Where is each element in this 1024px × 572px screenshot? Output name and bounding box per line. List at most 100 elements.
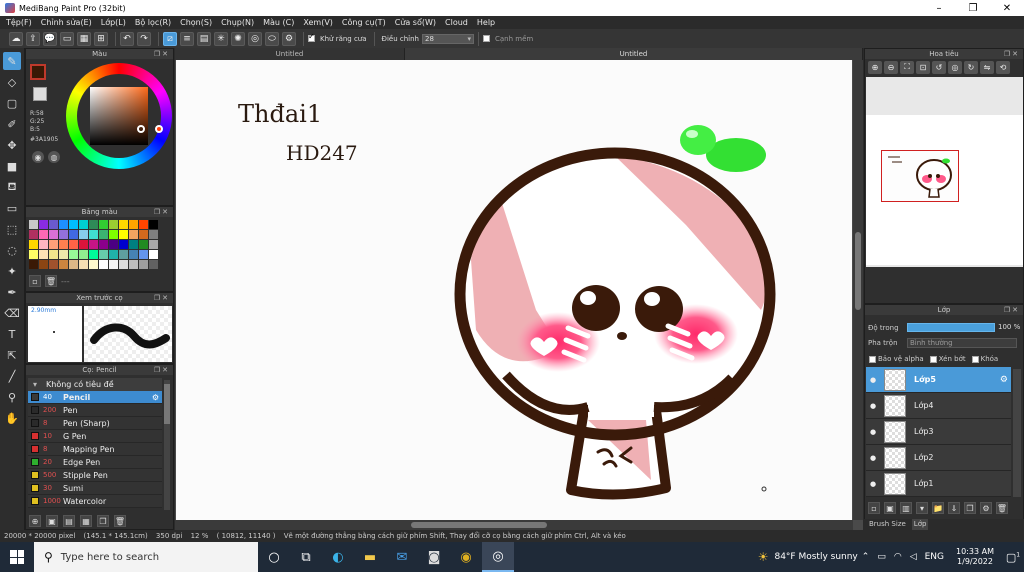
fill-rect-icon[interactable]: ■ bbox=[3, 157, 21, 175]
canvas[interactable]: Thđai1 HD247 bbox=[176, 60, 852, 520]
palette-swatch[interactable] bbox=[109, 220, 118, 229]
brush-copy-icon[interactable]: ▦ bbox=[80, 515, 92, 527]
brush-item[interactable]: 1000 Watercolor bbox=[28, 495, 162, 508]
rotate-reset-icon[interactable]: ◎ bbox=[948, 60, 962, 74]
palette-swatch[interactable] bbox=[59, 220, 68, 229]
palette-swatch[interactable] bbox=[89, 250, 98, 259]
palette-swatch[interactable] bbox=[99, 240, 108, 249]
brush-item[interactable]: 8 Pen (Sharp) bbox=[28, 417, 162, 430]
saturation-value-square[interactable] bbox=[90, 87, 148, 145]
brush-item[interactable]: 500 Stipple Pen bbox=[28, 469, 162, 482]
palette-swatch[interactable] bbox=[139, 230, 148, 239]
vanishing-snap-icon[interactable]: ✳ bbox=[214, 31, 228, 46]
merge-down-icon[interactable]: ⇓ bbox=[948, 502, 960, 514]
new-layer-icon[interactable]: ▫ bbox=[868, 502, 880, 514]
palette-swatch[interactable] bbox=[49, 240, 58, 249]
reset-view-icon[interactable]: ⟲ bbox=[996, 60, 1010, 74]
brush-import-icon[interactable]: ▤ bbox=[63, 515, 75, 527]
palette-swatch[interactable] bbox=[69, 240, 78, 249]
panel-icon[interactable]: ▭ bbox=[60, 31, 74, 46]
chevron-up-icon[interactable]: ⌃ bbox=[862, 552, 870, 562]
palette-swatch[interactable] bbox=[129, 260, 138, 269]
palette-swatch[interactable] bbox=[119, 230, 128, 239]
zoom-in-icon[interactable]: ⊕ bbox=[868, 60, 882, 74]
palette-swatch[interactable] bbox=[109, 240, 118, 249]
brush-item[interactable]: 20 Edge Pen bbox=[28, 456, 162, 469]
palette-swatch[interactable] bbox=[99, 250, 108, 259]
layer-row[interactable]: ● Lớp1 bbox=[866, 471, 1011, 497]
palette-swatch[interactable] bbox=[69, 220, 78, 229]
menu-view[interactable]: Xem(V) bbox=[303, 18, 333, 27]
lock-checkbox[interactable] bbox=[971, 355, 979, 363]
delete-brush-icon[interactable]: 🗑 bbox=[114, 515, 126, 527]
panel-controls-icon[interactable]: ❐✕ bbox=[154, 49, 170, 59]
rectangle-tool-icon[interactable]: ▢ bbox=[3, 94, 21, 112]
clock[interactable]: 10:33 AM 1/9/2022 bbox=[956, 547, 994, 567]
select-eraser-icon[interactable]: ⌫ bbox=[3, 304, 21, 322]
undo-icon[interactable]: ↶ bbox=[120, 31, 134, 46]
navigator-viewport-frame[interactable] bbox=[881, 150, 959, 202]
select-pen-icon[interactable]: ✒ bbox=[3, 283, 21, 301]
brush-tool-icon[interactable]: ✎ bbox=[3, 52, 21, 70]
layer-add-menu-icon[interactable]: ▾ bbox=[916, 502, 928, 514]
color-history-icon[interactable]: ◍ bbox=[48, 151, 60, 163]
visibility-icon[interactable]: ● bbox=[866, 480, 880, 488]
gradient-tool-icon[interactable]: ▭ bbox=[3, 199, 21, 217]
panel-controls-icon[interactable]: ❐✕ bbox=[154, 293, 170, 303]
text-tool-icon[interactable]: T bbox=[3, 325, 21, 343]
palette-swatch[interactable] bbox=[69, 260, 78, 269]
palette-swatch[interactable] bbox=[79, 260, 88, 269]
brush-scrollbar[interactable] bbox=[164, 380, 170, 510]
menu-select[interactable]: Chọn(S) bbox=[180, 18, 212, 27]
mail-icon[interactable]: ✉ bbox=[386, 542, 418, 572]
palette-swatch[interactable] bbox=[139, 240, 148, 249]
visibility-icon[interactable]: ● bbox=[866, 454, 880, 462]
tab-brush-size[interactable]: Brush Size bbox=[867, 519, 908, 530]
add-brush-icon[interactable]: ⊕ bbox=[29, 515, 41, 527]
menu-filter[interactable]: Bộ lọc(R) bbox=[135, 18, 171, 27]
visibility-icon[interactable]: ● bbox=[866, 428, 880, 436]
brush-item[interactable]: 8 Mapping Pen bbox=[28, 443, 162, 456]
camera-icon[interactable]: ◙ bbox=[418, 542, 450, 572]
panel-controls-icon[interactable]: ❐✕ bbox=[154, 207, 170, 217]
gear-icon[interactable]: ⚙ bbox=[152, 393, 159, 402]
menu-edit[interactable]: Chỉnh sửa(E) bbox=[41, 18, 92, 27]
select-tool-icon[interactable]: ⬚ bbox=[3, 220, 21, 238]
layer-folder-icon[interactable]: 📁 bbox=[932, 502, 944, 514]
palette-swatch[interactable] bbox=[29, 220, 38, 229]
palette-swatch[interactable] bbox=[109, 230, 118, 239]
palette-swatch[interactable] bbox=[79, 240, 88, 249]
palette-swatch[interactable] bbox=[139, 250, 148, 259]
layer-scrollbar[interactable] bbox=[1013, 369, 1021, 497]
palette-swatch[interactable] bbox=[129, 220, 138, 229]
hue-wheel[interactable] bbox=[66, 63, 172, 169]
snap-off-icon[interactable]: ⧄ bbox=[163, 31, 177, 46]
file-explorer-icon[interactable]: ▬ bbox=[354, 542, 386, 572]
menu-help[interactable]: Help bbox=[477, 18, 495, 27]
palette-swatch[interactable] bbox=[119, 250, 128, 259]
menu-color[interactable]: Màu (C) bbox=[263, 18, 294, 27]
medibang-taskbar-icon[interactable]: ◎ bbox=[482, 542, 514, 572]
rotate-left-icon[interactable]: ↺ bbox=[932, 60, 946, 74]
language-indicator[interactable]: ENG bbox=[925, 552, 944, 562]
flip-icon[interactable]: ⇋ bbox=[980, 60, 994, 74]
layer-row[interactable]: ● Lớp3 bbox=[866, 419, 1011, 445]
brush-group-header[interactable]: Không có tiêu đề bbox=[28, 378, 162, 391]
menu-tools[interactable]: Công cụ(T) bbox=[342, 18, 386, 27]
palette-swatch[interactable] bbox=[39, 230, 48, 239]
foreground-color-swatch[interactable] bbox=[30, 64, 46, 80]
edge-browser-icon[interactable]: ◐ bbox=[322, 542, 354, 572]
cross-snap-icon[interactable]: ▤ bbox=[197, 31, 211, 46]
navigator-view[interactable] bbox=[866, 77, 1023, 267]
palette-swatch[interactable] bbox=[149, 220, 158, 229]
palette-swatch[interactable] bbox=[49, 230, 58, 239]
panel-controls-icon[interactable]: ❐✕ bbox=[1004, 49, 1020, 59]
menu-file[interactable]: Tệp(F) bbox=[6, 18, 32, 27]
palette-swatch[interactable] bbox=[149, 240, 158, 249]
visibility-icon[interactable]: ● bbox=[866, 376, 880, 384]
start-button[interactable] bbox=[0, 542, 34, 572]
palette-swatch[interactable] bbox=[119, 240, 128, 249]
canvas-viewport[interactable]: Thđai1 HD247 bbox=[175, 60, 863, 530]
cloud-icon[interactable]: ☁ bbox=[9, 31, 23, 46]
chrome-icon[interactable]: ◉ bbox=[450, 542, 482, 572]
